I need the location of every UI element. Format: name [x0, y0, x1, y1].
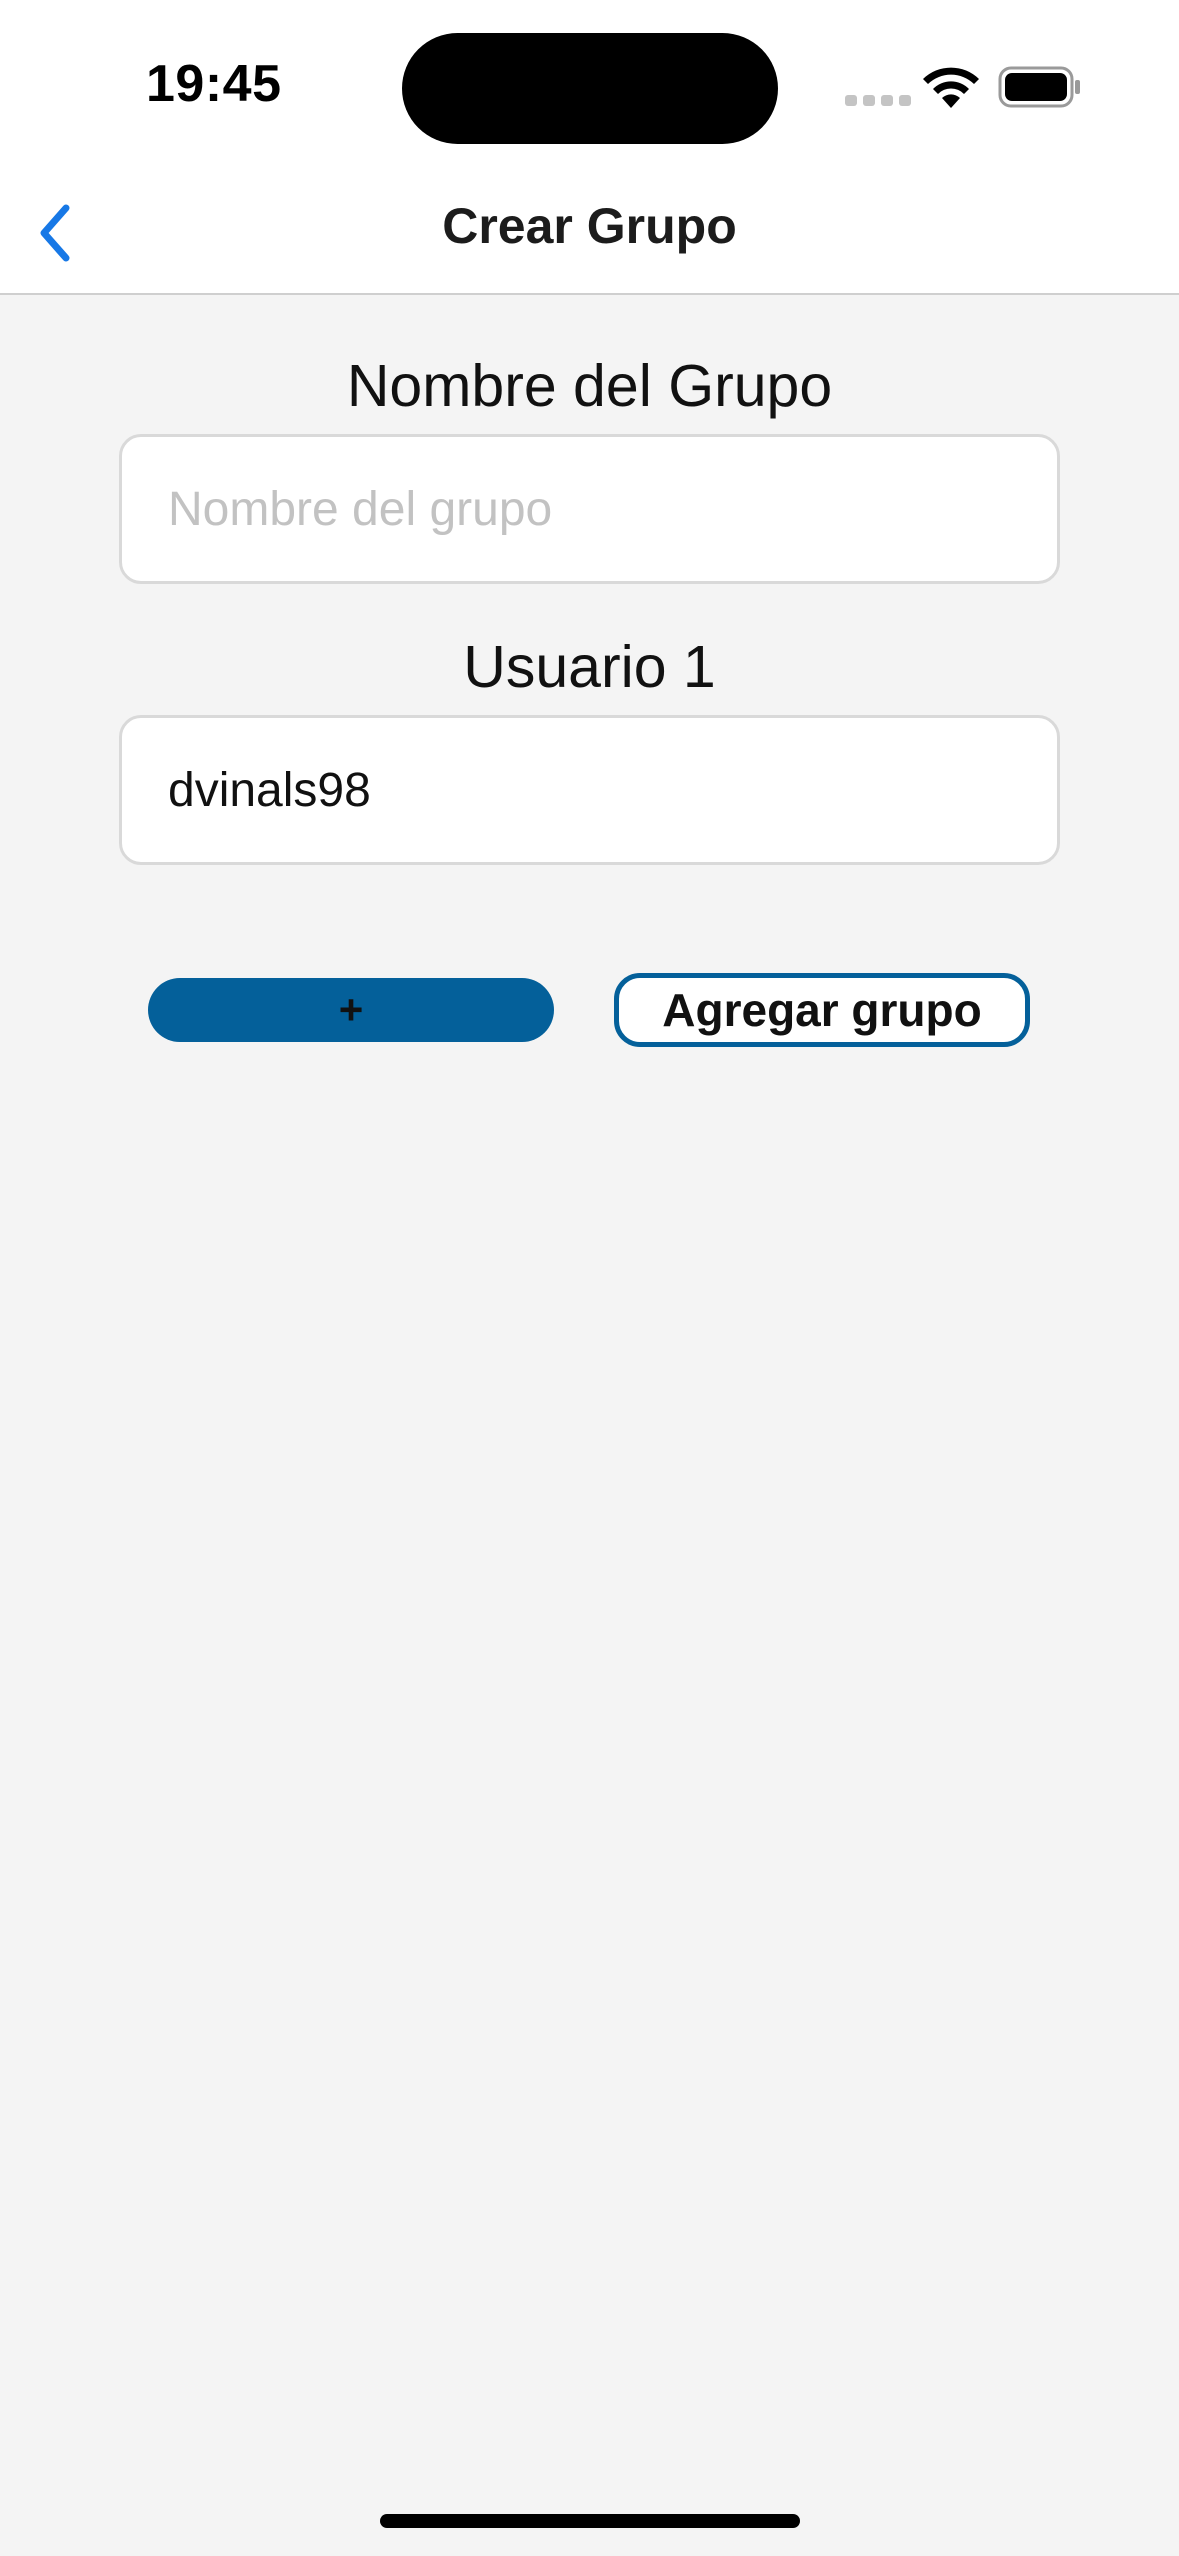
create-group-screen: 19:45 Crear Grupo Nombre del Grupo Usuar…: [0, 0, 1179, 2556]
wifi-icon: [923, 67, 979, 108]
group-name-label: Nombre del Grupo: [346, 353, 833, 419]
status-time: 19:45: [146, 55, 282, 113]
cellular-signal-icon: [845, 95, 911, 106]
battery-icon: [998, 66, 1080, 108]
add-user-button[interactable]: +: [148, 978, 554, 1042]
status-bar: 19:45: [0, 0, 1179, 175]
page-title: Crear Grupo: [442, 198, 737, 254]
add-group-button[interactable]: Agregar grupo: [614, 973, 1030, 1047]
user-1-input[interactable]: [119, 715, 1060, 865]
home-indicator: [380, 2514, 800, 2528]
navigation-bar: Crear Grupo: [0, 175, 1179, 295]
group-name-input[interactable]: [119, 434, 1060, 584]
user-1-label: Usuario 1: [463, 634, 716, 700]
dynamic-island: [402, 33, 778, 144]
